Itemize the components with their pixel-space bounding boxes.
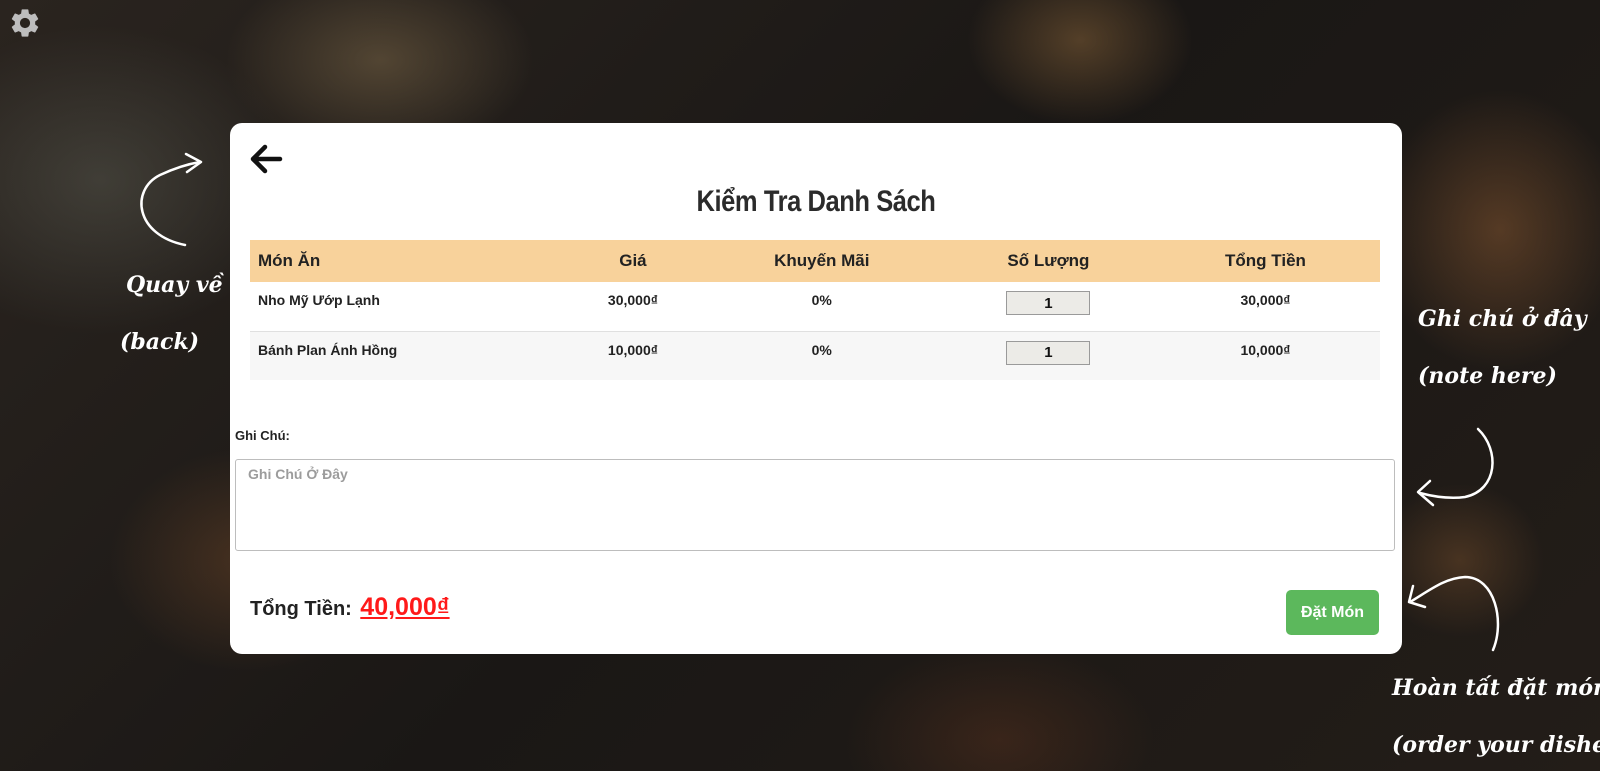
note-hint-line2: (note here) — [1418, 363, 1557, 389]
order-button[interactable]: Đặt Món — [1286, 590, 1379, 635]
quantity-cell — [946, 331, 1151, 380]
header-price: Giá — [619, 251, 647, 270]
page-title: Kiểm Tra Danh Sách — [696, 185, 936, 218]
note-label: Ghi Chú: — [235, 428, 290, 443]
header-total: Tổng Tiền — [1225, 251, 1306, 270]
order-table: Món Ăn Giá Khuyến Mãi Số Lượng Tổng Tiền… — [250, 240, 1380, 380]
header-dish: Món Ăn — [258, 251, 321, 270]
quantity-input[interactable] — [1006, 291, 1091, 315]
curved-arrow-icon — [140, 152, 203, 247]
curved-arrow-icon — [1416, 427, 1494, 507]
gear-icon[interactable] — [8, 6, 42, 40]
table-header-row: Món Ăn Giá Khuyến Mãi Số Lượng Tổng Tiền — [250, 240, 1380, 282]
total-label: Tổng Tiền: — [250, 598, 352, 620]
header-quantity: Số Lượng — [1007, 251, 1090, 270]
dish-discount: 0% — [811, 292, 832, 308]
order-review-card: Kiểm Tra Danh Sách Món Ăn Giá Khuyến Mãi… — [230, 123, 1402, 654]
quantity-input[interactable] — [1006, 340, 1091, 365]
table-row: Bánh Plan Ánh Hồng 10,000₫ 0% 10,000₫ — [250, 331, 1380, 380]
header-discount: Khuyến Mãi — [774, 251, 870, 270]
order-total: Tổng Tiền: 40,000₫ — [250, 593, 450, 622]
note-hint-line1: Ghi chú ở đây — [1418, 306, 1587, 332]
note-textarea[interactable] — [235, 459, 1395, 551]
quantity-cell — [946, 282, 1151, 331]
dish-price: 30,000₫ — [607, 292, 658, 308]
order-hint-line2: (order your dishes) — [1392, 732, 1600, 758]
dish-total: 10,000₫ — [1240, 341, 1291, 358]
order-hint-line1: Hoàn tất đặt món — [1392, 675, 1600, 701]
dish-discount: 0% — [811, 341, 832, 358]
back-hint-line1: Quay về — [126, 272, 223, 298]
total-value: 40,000₫ — [360, 593, 450, 621]
dish-total: 30,000₫ — [1240, 292, 1291, 308]
dish-price: 10,000₫ — [607, 341, 658, 358]
dish-name: Nho Mỹ Ướp Lạnh — [258, 292, 380, 308]
curved-arrow-icon — [1407, 575, 1500, 652]
back-hint-line2: (back) — [120, 329, 200, 355]
arrow-left-icon[interactable] — [248, 141, 284, 177]
dish-name: Bánh Plan Ánh Hồng — [258, 341, 398, 358]
table-row: Nho Mỹ Ướp Lạnh 30,000₫ 0% 30,000₫ — [250, 282, 1380, 331]
